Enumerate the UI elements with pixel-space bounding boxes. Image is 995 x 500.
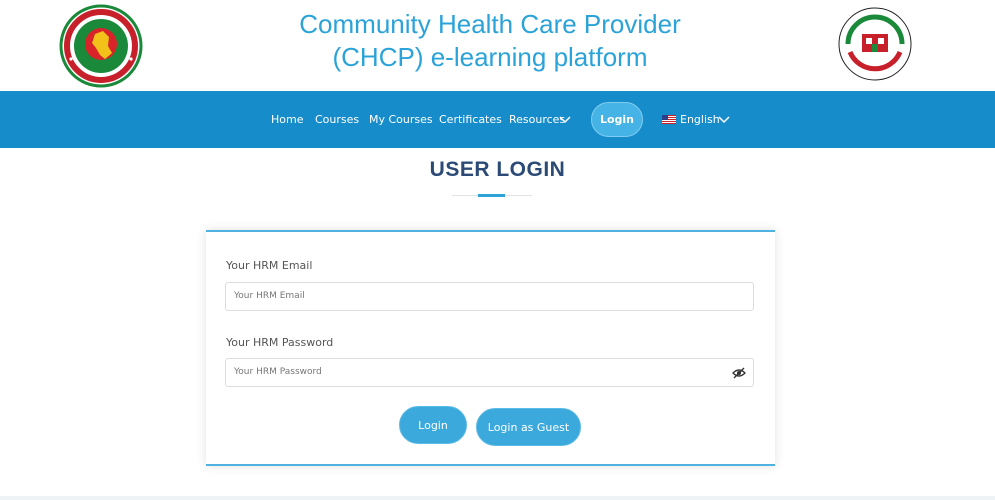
main-navbar: Home Courses My Courses Certificates Res… bbox=[0, 91, 995, 148]
site-title: Community Health Care Provider (CHCP) e-… bbox=[250, 8, 730, 74]
password-label: Your HRM Password bbox=[226, 336, 334, 349]
email-label: Your HRM Email bbox=[226, 259, 313, 272]
nav-login-button[interactable]: Login bbox=[591, 102, 643, 137]
bangladesh-govt-seal-logo[interactable] bbox=[59, 4, 143, 88]
nav-courses-link[interactable]: Courses bbox=[315, 91, 359, 148]
site-header: Community Health Care Provider (CHCP) e-… bbox=[0, 0, 995, 91]
site-title-line1: Community Health Care Provider bbox=[299, 9, 681, 39]
us-flag-icon[interactable] bbox=[662, 115, 676, 124]
login-as-guest-button[interactable]: Login as Guest bbox=[476, 408, 581, 446]
nav-my-courses-link[interactable]: My Courses bbox=[369, 91, 433, 148]
login-form-card: Your HRM Email Your HRM Email Your HRM P… bbox=[206, 230, 775, 466]
login-button[interactable]: Login bbox=[399, 406, 467, 444]
footer-edge bbox=[0, 496, 995, 500]
chevron-down-icon[interactable] bbox=[718, 91, 730, 148]
nav-certificates-link[interactable]: Certificates bbox=[439, 91, 502, 148]
chevron-down-icon[interactable] bbox=[559, 91, 571, 148]
heading-divider-accent bbox=[478, 194, 505, 197]
community-clinic-logo[interactable] bbox=[836, 4, 914, 84]
nav-resources-dropdown[interactable]: Resources bbox=[509, 91, 565, 148]
nav-home-link[interactable]: Home bbox=[271, 91, 303, 148]
eye-slash-icon[interactable] bbox=[732, 367, 746, 379]
password-placeholder: Your HRM Password bbox=[234, 367, 322, 377]
page-title: USER LOGIN bbox=[429, 158, 566, 181]
email-field[interactable]: Your HRM Email bbox=[225, 282, 754, 311]
site-title-line2: (CHCP) e-learning platform bbox=[332, 42, 648, 72]
nav-language-dropdown[interactable]: English bbox=[680, 91, 720, 148]
password-field[interactable]: Your HRM Password bbox=[225, 358, 754, 387]
